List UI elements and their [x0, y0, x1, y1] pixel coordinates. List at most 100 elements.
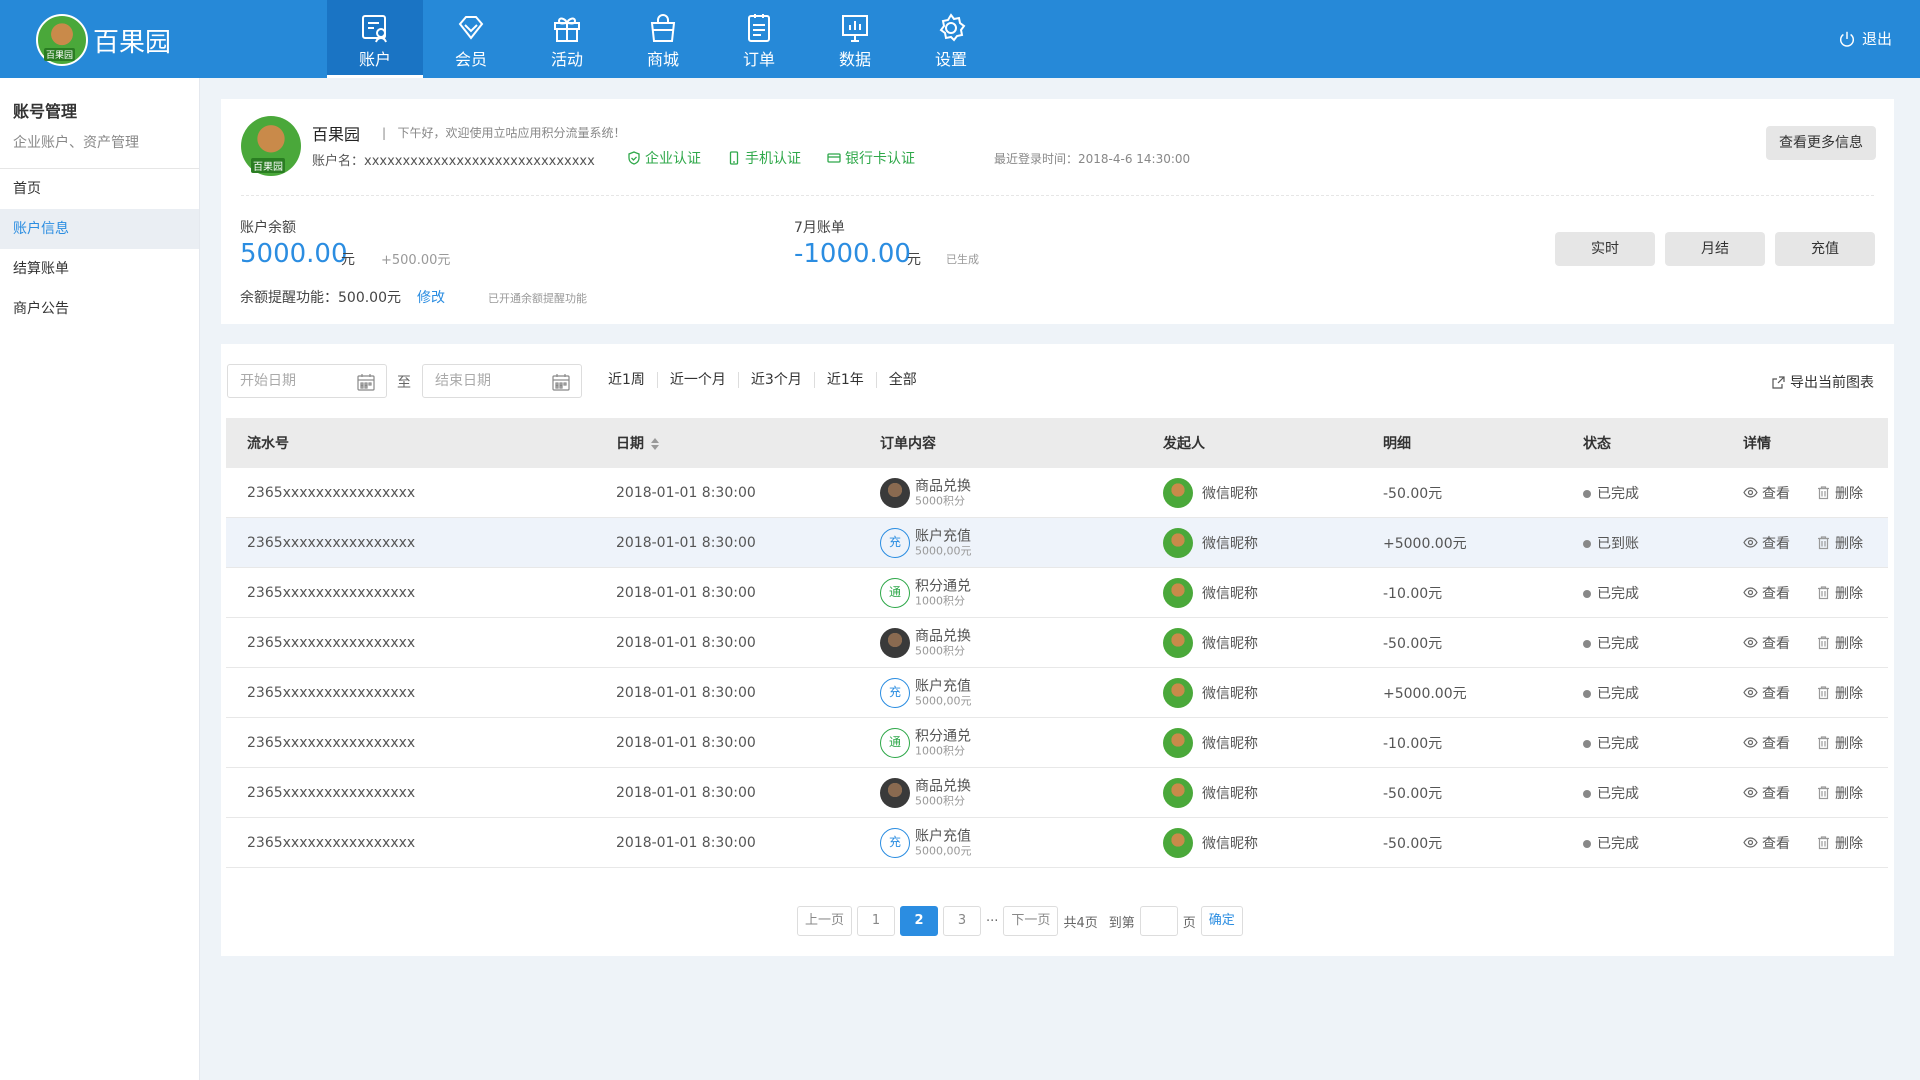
filter-1-month[interactable]: 近一个月 [658, 372, 739, 388]
cert-label: 银行卡认证 [845, 151, 915, 167]
delete-button[interactable]: 删除 [1816, 483, 1863, 503]
bill-unit: 元 [907, 252, 921, 268]
recharge-button[interactable]: 充值 [1775, 232, 1875, 266]
balance-label: 账户余额 [240, 220, 296, 236]
account-name: 百果园 [312, 125, 361, 144]
logout-label: 退出 [1861, 30, 1892, 48]
export-button[interactable]: 导出当前图表 [1771, 372, 1874, 392]
initiator: 微信昵称 [1163, 727, 1313, 759]
main-nav: 账户 会员 活动 商城 订单 数据 设置 [327, 0, 999, 78]
view-button[interactable]: 查看 [1743, 783, 1790, 803]
trash-icon [1818, 586, 1829, 600]
view-button[interactable]: 查看 [1743, 683, 1790, 703]
goto-page-input[interactable] [1139, 906, 1178, 936]
order-amount: 5000积分 [915, 494, 965, 507]
view-button[interactable]: 查看 [1743, 733, 1790, 753]
serial-number: 2365xxxxxxxxxxxxxxxx [247, 634, 416, 651]
sidebar-item-notice[interactable]: 商户公告 [0, 289, 199, 329]
user-avatar [1163, 627, 1193, 658]
delete-button[interactable]: 删除 [1816, 783, 1863, 803]
initiator: 微信昵称 [1163, 477, 1313, 509]
user-nickname: 微信昵称 [1202, 635, 1258, 652]
user-avatar [1163, 677, 1193, 708]
table-row: 2365xxxxxxxxxxxxxxxx 2018-01-01 8:30:00 充账… [226, 668, 1888, 718]
filter-1-year[interactable]: 近1年 [815, 372, 877, 388]
nav-item-data[interactable]: 数据 [807, 0, 903, 78]
nav-item-account[interactable]: 账户 [327, 0, 423, 78]
more-info-button[interactable]: 查看更多信息 [1766, 126, 1876, 160]
delete-label: 删除 [1835, 635, 1863, 652]
status-text: 已完成 [1597, 485, 1639, 502]
order-title: 积分通兑 [915, 578, 971, 594]
transaction-date: 2018-01-01 8:30:00 [616, 584, 756, 601]
eye-icon [1743, 787, 1758, 798]
page-3-button[interactable]: 3 [943, 906, 982, 936]
start-date-placeholder: 开始日期 [240, 373, 296, 389]
nav-item-member[interactable]: 会员 [423, 0, 519, 78]
amount-detail: -10.00元 [1383, 735, 1443, 752]
page-unit-label: 页 [1182, 915, 1196, 931]
view-button[interactable]: 查看 [1743, 633, 1790, 653]
delete-button[interactable]: 删除 [1816, 683, 1863, 703]
page-1-button[interactable]: 1 [857, 906, 896, 936]
view-button[interactable]: 查看 [1743, 483, 1790, 503]
status-text: 已完成 [1597, 835, 1639, 852]
delete-button[interactable]: 删除 [1816, 833, 1863, 853]
filter-all[interactable]: 全部 [877, 372, 929, 388]
confirm-goto-button[interactable]: 确定 [1200, 906, 1243, 936]
nav-item-activity[interactable]: 活动 [519, 0, 615, 78]
order-title: 账户充值 [915, 828, 971, 844]
transaction-date: 2018-01-01 8:30:00 [616, 834, 756, 851]
view-button[interactable]: 查看 [1743, 533, 1790, 553]
cert-phone[interactable]: 手机认证 [727, 148, 801, 168]
nav-item-settings[interactable]: 设置 [903, 0, 999, 78]
next-page-button[interactable]: 下一页 [1003, 906, 1059, 936]
status-badge: 已完成 [1583, 683, 1639, 703]
sidebar-item-settlement[interactable]: 结算账单 [0, 249, 199, 289]
col-detail: 明细 [1383, 436, 1411, 452]
account-username: 账户名：xxxxxxxxxxxxxxxxxxxxxxxxxxxxxx [312, 154, 595, 169]
delete-label: 删除 [1835, 485, 1863, 502]
status-badge: 已完成 [1583, 733, 1639, 753]
nav-item-order[interactable]: 订单 [711, 0, 807, 78]
filter-1-week[interactable]: 近1周 [596, 372, 658, 388]
delete-button[interactable]: 删除 [1816, 533, 1863, 553]
realtime-button[interactable]: 实时 [1555, 232, 1655, 266]
shopping-bag-icon [650, 14, 676, 42]
chart-icon [842, 15, 868, 42]
status-text: 已完成 [1597, 585, 1639, 602]
col-date[interactable]: 日期 [616, 433, 660, 453]
col-status: 状态 [1583, 436, 1611, 452]
cert-bankcard[interactable]: 银行卡认证 [827, 148, 915, 168]
monthly-button[interactable]: 月结 [1665, 232, 1765, 266]
end-date-input[interactable]: 结束日期 [422, 364, 582, 398]
start-date-input[interactable]: 开始日期 [227, 364, 387, 398]
nav-item-mall[interactable]: 商城 [615, 0, 711, 78]
exchange-badge-icon: 通 [880, 577, 910, 608]
brand-logo[interactable] [36, 14, 88, 66]
table-row: 2365xxxxxxxxxxxxxxxx 2018-01-01 8:30:00 充账… [226, 518, 1888, 568]
sidebar-item-account-info[interactable]: 账户信息 [0, 209, 199, 249]
status-dot-icon [1583, 739, 1591, 748]
row-actions: 查看 删除 [1743, 533, 1863, 553]
table-body: 2365xxxxxxxxxxxxxxxx 2018-01-01 8:30:00 商品… [226, 468, 1888, 868]
delete-button[interactable]: 删除 [1816, 633, 1863, 653]
view-button[interactable]: 查看 [1743, 833, 1790, 853]
filter-3-months[interactable]: 近3个月 [739, 372, 815, 388]
sidebar-item-home[interactable]: 首页 [0, 169, 199, 209]
page-2-button[interactable]: 2 [900, 906, 939, 936]
table-row: 2365xxxxxxxxxxxxxxxx 2018-01-01 8:30:00 充账… [226, 818, 1888, 868]
prev-page-button[interactable]: 上一页 [797, 906, 853, 936]
account-icon [362, 15, 387, 43]
delete-button[interactable]: 删除 [1816, 583, 1863, 603]
status-dot-icon [1583, 689, 1591, 698]
amount-detail: -50.00元 [1383, 785, 1443, 802]
nav-label: 账户 [358, 50, 391, 69]
pagination-ellipsis: ··· [986, 913, 999, 929]
cert-enterprise[interactable]: 企业认证 [627, 148, 701, 168]
view-button[interactable]: 查看 [1743, 583, 1790, 603]
logout-button[interactable]: 退出 [1838, 28, 1892, 49]
delete-button[interactable]: 删除 [1816, 733, 1863, 753]
edit-reminder-link[interactable]: 修改 [417, 287, 445, 307]
status-dot-icon [1583, 839, 1591, 848]
